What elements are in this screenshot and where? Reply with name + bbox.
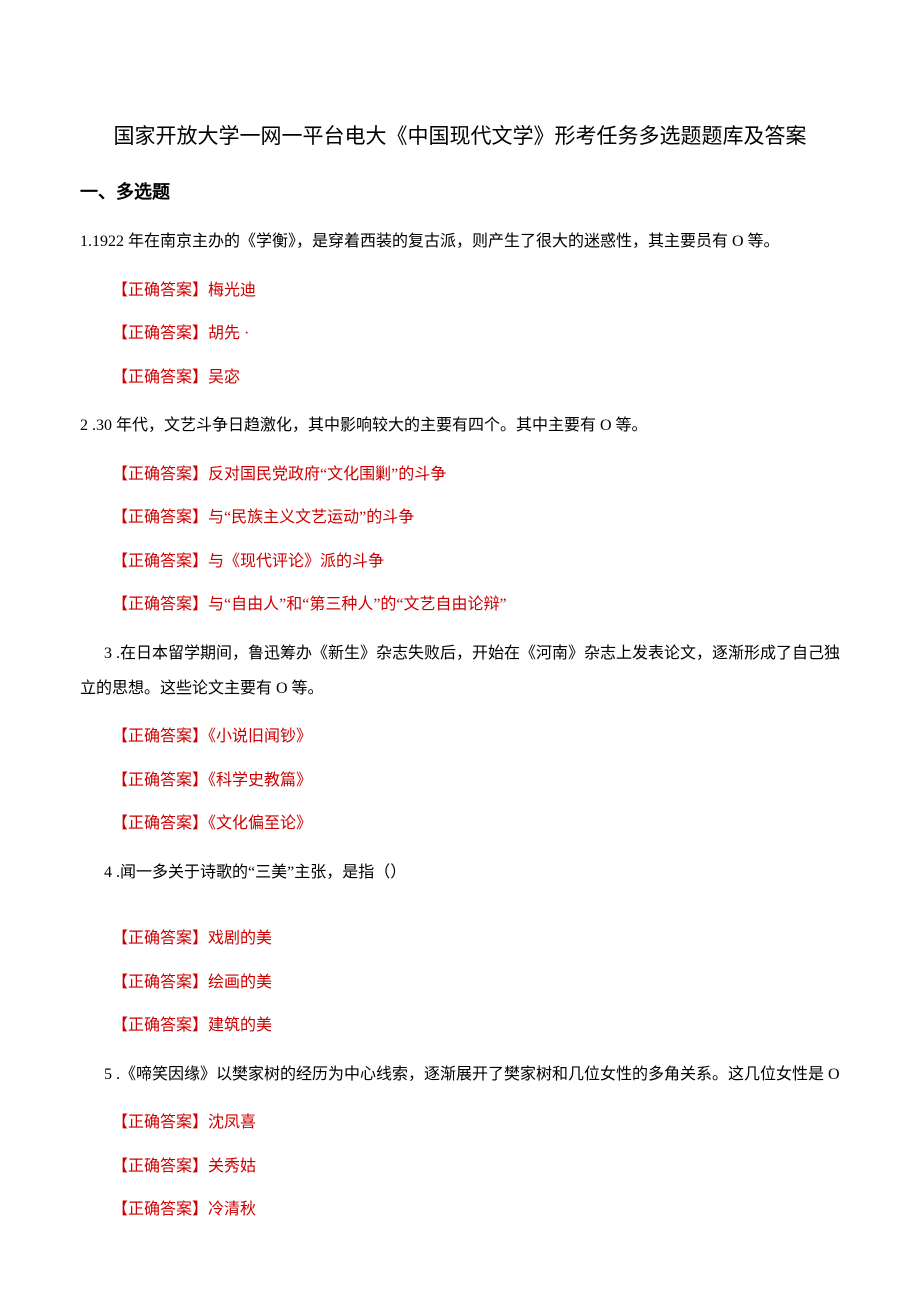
answer-label: 【正确答案】: [112, 1158, 208, 1175]
question-text: 30 年代，文艺斗争日趋激化，其中影响较大的主要有四个。其中主要有 O 等。: [96, 417, 648, 434]
answer-text: 反对国民党政府“文化围剿”的斗争: [208, 466, 446, 483]
answer-text: 关秀姑: [208, 1158, 256, 1175]
answer-text: 《小说旧闻钞》: [208, 728, 312, 745]
answer-text: 沈凤喜: [208, 1114, 256, 1131]
question-text: 1922 年在南京主办的《学衡》，是穿着西装的复古派，则产生了很大的迷惑性，其主…: [92, 233, 780, 250]
question-text: 闻一多关于诗歌的“三美”主张，是指（）: [120, 864, 406, 881]
answer-text: 绘画的美: [208, 974, 272, 991]
answer-label: 【正确答案】: [112, 282, 208, 299]
answer-text: 冷清秋: [208, 1201, 256, 1218]
answer-label: 【正确答案】: [112, 1114, 208, 1131]
answer-text: 戏剧的美: [208, 930, 272, 947]
answer-item: 【正确答案】建筑的美: [112, 1013, 840, 1039]
answer-item: 【正确答案】冷清秋: [112, 1197, 840, 1223]
answer-label: 【正确答案】: [112, 369, 208, 386]
question-4: 4 .闻一多关于诗歌的“三美”主张，是指（）: [80, 855, 840, 890]
answer-item: 【正确答案】反对国民党政府“文化围剿”的斗争: [112, 462, 840, 488]
answer-label: 【正确答案】: [112, 509, 208, 526]
answer-item: 【正确答案】与《现代评论》派的斗争: [112, 549, 840, 575]
answer-label: 【正确答案】: [112, 1017, 208, 1034]
answer-text: 《文化偏至论》: [208, 815, 312, 832]
question-5: 5 .《啼笑因缘》以樊家树的经历为中心线索，逐渐展开了樊家树和几位女性的多角关系…: [80, 1057, 840, 1092]
answer-text: 建筑的美: [208, 1017, 272, 1034]
answer-item: 【正确答案】与“民族主义文艺运动”的斗争: [112, 505, 840, 531]
answer-item: 【正确答案】《小说旧闻钞》: [112, 724, 840, 750]
answer-label: 【正确答案】: [112, 596, 208, 613]
question-number: 4 .: [104, 864, 120, 881]
question-number: 5 .: [104, 1066, 120, 1083]
answer-label: 【正确答案】: [112, 466, 208, 483]
answer-label: 【正确答案】: [112, 974, 208, 991]
answer-item: 【正确答案】《文化偏至论》: [112, 811, 840, 837]
answer-label: 【正确答案】: [112, 815, 208, 832]
answer-label: 【正确答案】: [112, 728, 208, 745]
answer-label: 【正确答案】: [112, 772, 208, 789]
answer-label: 【正确答案】: [112, 930, 208, 947]
question-1: 1.1922 年在南京主办的《学衡》，是穿着西装的复古派，则产生了很大的迷惑性，…: [80, 224, 840, 259]
answer-item: 【正确答案】吴宓: [112, 365, 840, 391]
answer-item: 【正确答案】梅光迪: [112, 278, 840, 304]
section-heading: 一、多选题: [80, 178, 840, 207]
answer-text: 梅光迪: [208, 282, 256, 299]
question-number: 3 .: [104, 645, 120, 662]
answer-text: 与《现代评论》派的斗争: [208, 553, 384, 570]
answer-item: 【正确答案】《科学史教篇》: [112, 768, 840, 794]
question-3: 3 .在日本留学期间，鲁迅筹办《新生》杂志失败后，开始在《河南》杂志上发表论文，…: [80, 636, 840, 706]
answer-label: 【正确答案】: [112, 325, 208, 342]
answer-item: 【正确答案】绘画的美: [112, 970, 840, 996]
answer-text: 《科学史教篇》: [208, 772, 312, 789]
answer-text: 吴宓: [208, 369, 240, 386]
answer-label: 【正确答案】: [112, 1201, 208, 1218]
answer-label: 【正确答案】: [112, 553, 208, 570]
answer-item: 【正确答案】胡先 ·: [112, 321, 840, 347]
answer-text: 胡先 ·: [208, 325, 249, 342]
answer-item: 【正确答案】沈凤喜: [112, 1110, 840, 1136]
answer-item: 【正确答案】戏剧的美: [112, 926, 840, 952]
question-2: 2 .30 年代，文艺斗争日趋激化，其中影响较大的主要有四个。其中主要有 O 等…: [80, 408, 840, 443]
question-text: 在日本留学期间，鲁迅筹办《新生》杂志失败后，开始在《河南》杂志上发表论文，逐渐形…: [80, 645, 840, 697]
answer-text: 与“民族主义文艺运动”的斗争: [208, 509, 414, 526]
question-number: 1.: [80, 233, 92, 250]
answer-text: 与“自由人”和“第三种人”的“文艺自由论辩”: [208, 596, 507, 613]
answer-item: 【正确答案】与“自由人”和“第三种人”的“文艺自由论辩”: [112, 592, 840, 618]
question-text: 《啼笑因缘》以樊家树的经历为中心线索，逐渐展开了樊家树和几位女性的多角关系。这几…: [120, 1066, 840, 1083]
answer-item: 【正确答案】关秀姑: [112, 1154, 840, 1180]
question-number: 2 .: [80, 417, 96, 434]
page-title: 国家开放大学一网一平台电大《中国现代文学》形考任务多选题题库及答案: [80, 120, 840, 154]
